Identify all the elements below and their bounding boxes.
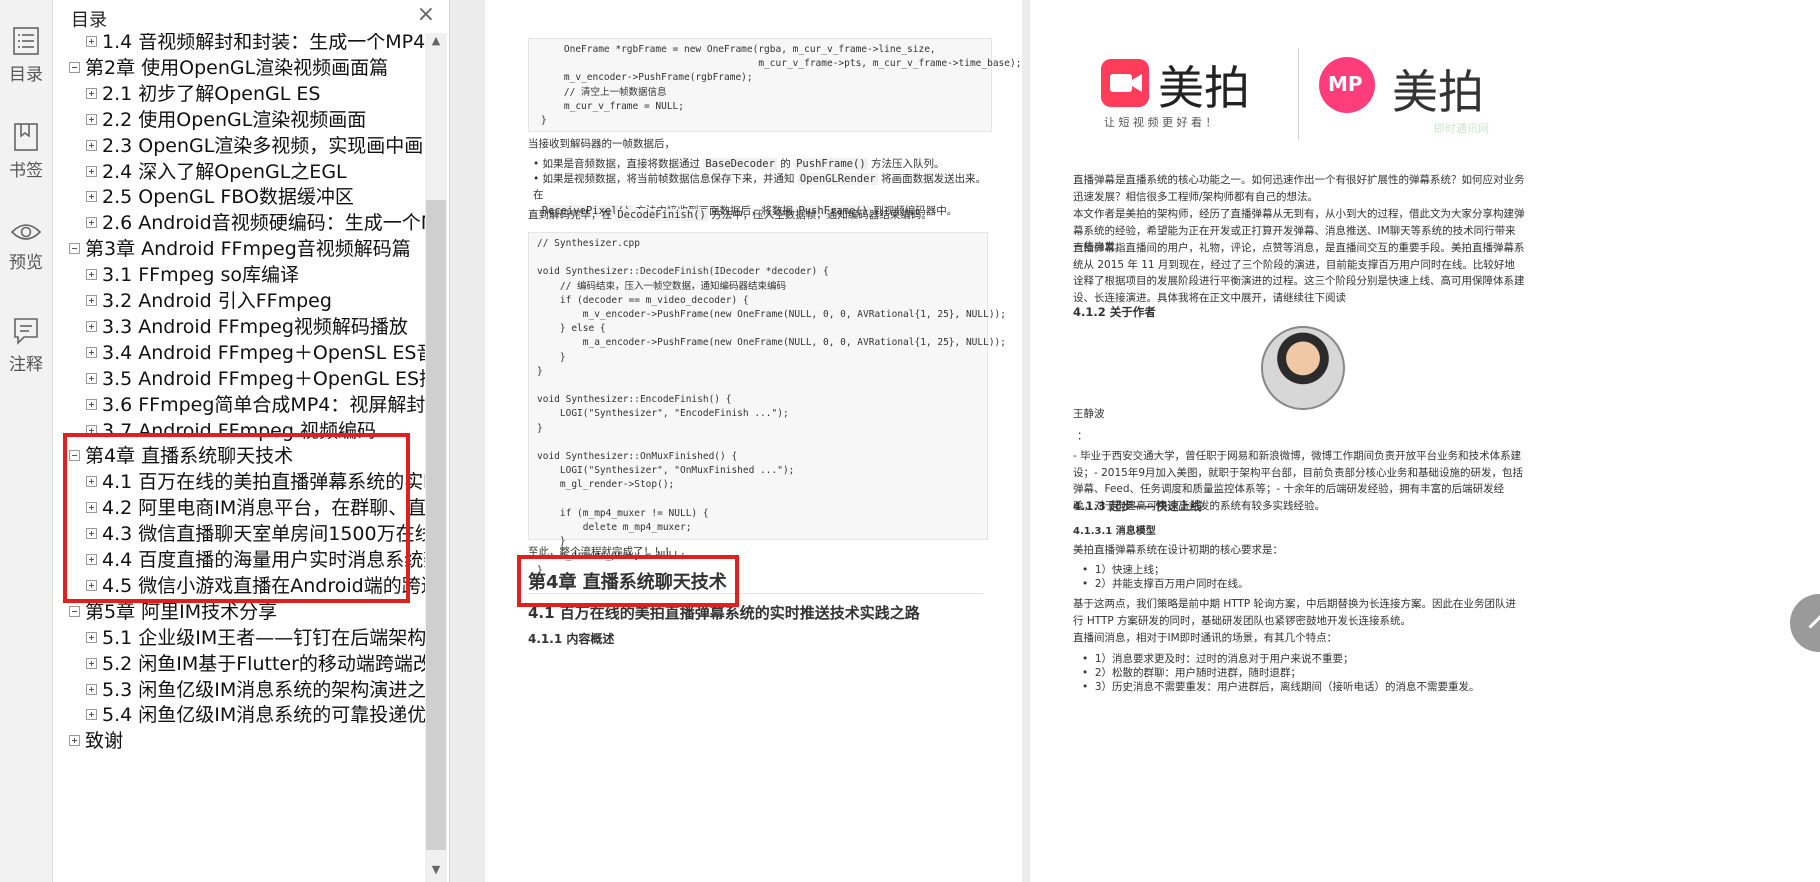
expand-icon[interactable]	[86, 295, 97, 306]
paragraph: 直播弹幕指直播间的用户，礼物，评论，点赞等消息，是直播间交互的重要手段。美拍直播…	[1073, 242, 1525, 304]
expand-icon[interactable]	[86, 398, 97, 410]
expand-icon[interactable]	[86, 191, 97, 203]
logo2-text: 美拍	[1392, 65, 1484, 119]
expand-icon[interactable]	[86, 36, 97, 47]
toc-icon	[13, 27, 39, 55]
close-icon[interactable]: ×	[417, 2, 435, 27]
logo2-mark: MP	[1328, 72, 1363, 96]
page-right: 美拍 让 短 视 频 更 好 看 ！ MP 美拍 即时通讯网 直播弹幕是直播系统…	[1030, 0, 1820, 882]
chapter-highlight-box	[517, 555, 739, 607]
comment-icon	[14, 318, 38, 345]
expand-icon[interactable]	[86, 113, 97, 125]
list-item: • 3）历史消息不需要重发：用户进群后，离线期间（接听电话）的消息不需要重发。	[1082, 681, 1480, 693]
rail-toc-label: 目录	[9, 65, 43, 85]
scroll-up-icon[interactable]: ▲	[425, 33, 447, 49]
author-name: 王静波	[1073, 408, 1105, 420]
code-block-2: // Synthesizer.cpp void Synthesizer::Dec…	[528, 232, 1006, 576]
scroll-down-icon[interactable]: ▼	[425, 862, 447, 878]
expand-icon[interactable]	[86, 372, 97, 384]
rail-toc[interactable]: 目录	[0, 26, 52, 85]
expand-icon[interactable]	[69, 735, 80, 747]
toc-title: 目录	[71, 10, 107, 31]
section-heading: 4.1.3 起步——快速上线	[1073, 499, 1202, 513]
toc-header: 目录 ×	[53, 0, 449, 32]
page-left: OneFrame *rgbFrame = new OneFrame(rgba, …	[485, 0, 1022, 882]
subsection-heading: 4.1.3.1 消息模型	[1073, 526, 1156, 537]
toc-item-label: 致谢	[85, 730, 124, 753]
rail-preview-label: 预览	[9, 253, 43, 273]
collapse-icon[interactable]	[69, 605, 80, 617]
logo1-text: 美拍	[1158, 61, 1250, 115]
expand-icon[interactable]	[86, 87, 97, 99]
left-icon-rail: 目录 书签 预览 注释	[0, 0, 53, 882]
expand-icon[interactable]	[86, 631, 97, 643]
paragraph: 直播弹幕是直播系统的核心功能之一。如何迅速作出一个有很好扩展性的弹幕系统？如何应…	[1073, 174, 1525, 203]
section-heading: 4.1.2 关于作者	[1073, 305, 1156, 319]
rail-bookmark-label: 书签	[9, 161, 43, 181]
paragraph: 直播间消息，相对于IM即时通讯的场景，有其几个特点：	[1073, 632, 1338, 644]
paragraph: 美拍直播弹幕系统在设计初期的核心要求是：	[1073, 544, 1283, 556]
expand-icon[interactable]	[86, 657, 97, 669]
toc-highlight-box	[63, 433, 410, 603]
rail-annotation-label: 注释	[9, 355, 43, 375]
expand-icon[interactable]	[86, 165, 97, 177]
colon: ：	[1077, 430, 1088, 442]
meipai-camera-icon	[1101, 59, 1149, 107]
expand-icon[interactable]	[86, 709, 97, 721]
author-avatar	[1261, 326, 1345, 410]
subsection-heading: 4.1.1 内容概述	[528, 632, 615, 646]
list-item: • 如果是音频数据，直接将数据通过 BaseDecoder 的 PushFram…	[533, 158, 945, 170]
expand-icon[interactable]	[86, 269, 97, 281]
paragraph: 基于这两点，我们策略是前中期 HTTP 轮询方案，中后期替换为长连接方案。因此在…	[1073, 598, 1517, 627]
expand-icon[interactable]	[86, 139, 97, 151]
logo-divider	[1298, 48, 1299, 140]
collapse-icon[interactable]	[69, 61, 80, 73]
rail-annotation[interactable]: 注释	[0, 316, 52, 375]
expand-icon[interactable]	[86, 683, 97, 695]
meipai-logo-1: 美拍 让 短 视 频 更 好 看 ！	[1100, 56, 1300, 136]
expand-icon[interactable]	[86, 217, 97, 229]
meipai-logo-2: MP 美拍 即时通讯网	[1318, 56, 1518, 136]
eye-icon	[10, 224, 42, 240]
expand-icon[interactable]	[86, 320, 97, 332]
list-item: • 2）并能支撑百万用户同时在线。	[1082, 578, 1249, 590]
page-gap	[450, 0, 485, 882]
rail-preview[interactable]: 预览	[0, 220, 52, 273]
logo1-slogan: 让 短 视 频 更 好 看 ！	[1104, 116, 1217, 129]
bookmark-icon	[14, 123, 38, 151]
toc-chapter-item[interactable]: 致谢	[53, 726, 425, 756]
paragraph: 当接收到解码器的一帧数据后，	[528, 138, 675, 150]
page-gap	[1022, 0, 1030, 882]
code-block-1: OneFrame *rgbFrame = new OneFrame(rgba, …	[528, 38, 1021, 132]
rail-bookmark[interactable]: 书签	[0, 122, 52, 181]
paragraph: 直到解码完毕，在 DecodeFinish() 方法中，压入空数据帧，通知编码器…	[528, 209, 932, 221]
toc-scrollbar-thumb[interactable]	[426, 200, 446, 850]
collapse-icon[interactable]	[69, 243, 80, 255]
expand-icon[interactable]	[86, 346, 97, 358]
watermark: 即时通讯网	[1434, 122, 1489, 135]
